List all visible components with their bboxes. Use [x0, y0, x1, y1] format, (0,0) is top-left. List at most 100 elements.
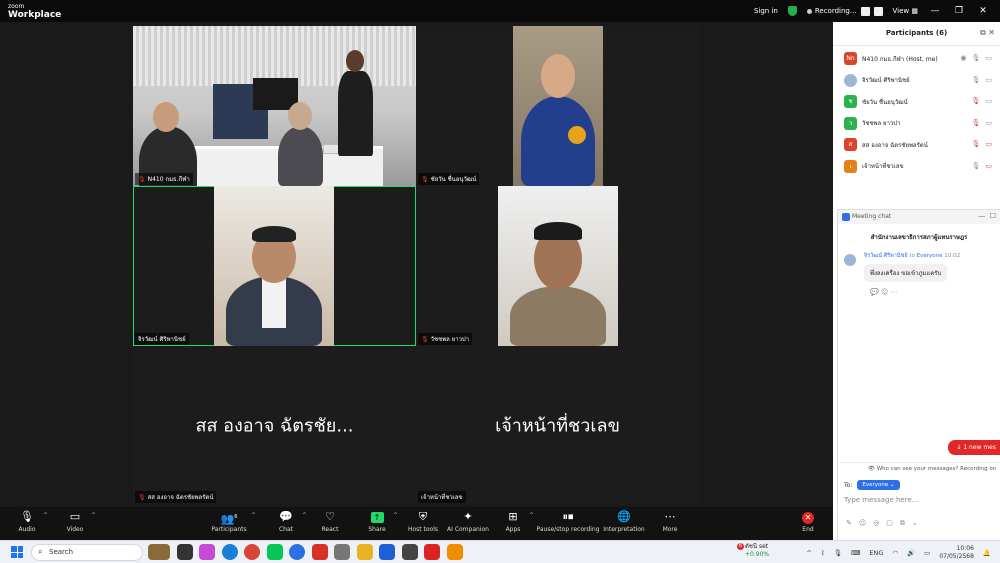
pop-out-icon[interactable]: ⧉	[980, 28, 986, 37]
taskbar-search[interactable]: ⌕ Search	[31, 544, 143, 561]
more-button[interactable]: ⋯ More	[645, 510, 695, 533]
close-window-icon[interactable]: ✕	[976, 6, 990, 16]
new-message-button[interactable]: ↓ 1 new mes	[948, 440, 1000, 455]
youtube-icon[interactable]	[311, 544, 328, 560]
participant-row[interactable]: จิรวัฒน์ ศิริพานิชย์ 🎙 ▭	[833, 70, 1000, 92]
file-icon[interactable]: ▢	[886, 519, 893, 527]
minimize-chat-icon[interactable]: —	[978, 212, 985, 220]
chevron-up-icon[interactable]: ^	[91, 512, 96, 519]
wifi-icon[interactable]: ◠	[892, 549, 898, 557]
video-button[interactable]: ▭ Video ^	[50, 510, 100, 533]
chevron-up-icon[interactable]: ^	[43, 512, 48, 519]
chevron-up-icon[interactable]: ^	[251, 512, 256, 519]
participant-row[interactable]: Nn N410 กมธ.กีฬา (Host, me) ◉ 🎙 ▭	[833, 48, 1000, 70]
pop-out-chat-icon[interactable]: ☐	[990, 212, 996, 220]
shield-icon[interactable]	[787, 6, 797, 16]
emoji-react-icon[interactable]: ☺	[881, 288, 888, 296]
chat-title: Meeting chat	[852, 213, 892, 220]
mic-icon[interactable]: 🎙	[971, 54, 980, 62]
video-on-icon[interactable]: ▭	[985, 119, 992, 127]
video-off-icon[interactable]: ▭	[985, 162, 992, 170]
tile-label: 🎙 ชัยวัน ชื่นอนุวัฒน์	[418, 173, 480, 185]
video-tile-room[interactable]: 🎙 N410 กมธ.กีฬา	[133, 26, 416, 186]
meeting-toolbar: 🎙 Audio ^ ▭ Video ^ 👥6 Participants ^ 💬 Chat ^ ♡…	[0, 507, 833, 540]
minimize-icon[interactable]: —	[928, 6, 942, 16]
message-bubble[interactable]: พึ่งลงเครื่อง ขอเข้าภูมแครับ	[864, 264, 948, 282]
microphone-icon[interactable]: 🎙	[834, 549, 842, 557]
keyboard-icon[interactable]: ⌨	[851, 549, 860, 557]
chrome-icon[interactable]	[244, 544, 260, 560]
task-view-icon[interactable]	[176, 544, 193, 560]
participants-button[interactable]: 👥6 Participants ^	[204, 510, 256, 533]
video-on-icon[interactable]: ▭	[985, 54, 992, 62]
interpretation-button[interactable]: 🌐 Interpretation	[599, 510, 649, 533]
emoji-icon[interactable]: ☺	[859, 519, 866, 527]
zoom-logo: zoom Workplace	[8, 2, 61, 20]
message-sender[interactable]: จิรวัฒน์ ศิริพานิชย์	[864, 253, 908, 259]
chat-input[interactable]: Type message here...	[844, 496, 918, 504]
bluetooth-icon[interactable]: ᛒ	[821, 549, 825, 557]
chevron-down-icon[interactable]: ⌄	[912, 519, 918, 527]
mic-icon[interactable]: 🎙	[971, 76, 980, 84]
copilot-icon[interactable]	[199, 544, 215, 560]
stock-widget[interactable]: 6 ดัชนี set +0.90%	[737, 543, 769, 559]
clock[interactable]: 10:06 07/05/2568	[939, 545, 974, 561]
file-explorer-icon[interactable]	[356, 544, 373, 560]
recipient-dropdown[interactable]: Everyone ⌄	[857, 480, 900, 490]
pause-recording-button[interactable]: ⏸⏹ Pause/stop recording	[532, 510, 604, 533]
ai-companion-button[interactable]: ✦ AI Companion	[443, 510, 493, 533]
more-options-icon[interactable]: ⋯	[891, 288, 898, 296]
video-tile-jirawat[interactable]: จิรวัฒน์ ศิริพานิชย์	[133, 186, 416, 346]
mic-muted-icon[interactable]: 🎙	[971, 119, 980, 127]
video-on-icon[interactable]: ▭	[985, 97, 992, 105]
participant-row[interactable]: ช ชัยวัน ชื่นอนุวัฒน์ 🎙 ▭	[833, 91, 1000, 113]
video-tile-watchapol[interactable]: 🎙 วัชชพล ยาวปา	[416, 186, 699, 346]
participant-row[interactable]: เ เจ้าหน้าที่ชวเลข 🎙 ▭	[833, 156, 1000, 178]
share-button[interactable]: ↑ Share ^	[352, 510, 402, 533]
audio-button[interactable]: 🎙 Audio ^	[2, 510, 52, 533]
widget-icon[interactable]	[148, 544, 170, 560]
start-icon[interactable]	[11, 546, 23, 558]
stop-recording-icon[interactable]	[873, 6, 883, 16]
participant-row[interactable]: ว วัชชพล ยาวปา 🎙 ▭	[833, 113, 1000, 135]
volume-icon[interactable]: 🔊	[907, 549, 915, 557]
host-tools-button[interactable]: ⛨ Host tools	[398, 510, 448, 533]
who-can-see-link[interactable]: 👁 Who can see your messages? Recording o…	[838, 462, 1000, 472]
video-tile-chaiwan[interactable]: 🎙 ชัยวัน ชื่นอนุวัฒน์	[416, 26, 699, 186]
apps-button[interactable]: ⊞ Apps ^	[488, 510, 538, 533]
reply-icon[interactable]: 💬	[870, 288, 879, 296]
language-indicator[interactable]: ENG	[869, 549, 883, 557]
video-tile-ongart[interactable]: สส องอาจ ฉัตรชัย... 🎙 สส องอาจ ฉัตรชัยพลร…	[133, 346, 416, 504]
end-button[interactable]: ✕ End	[783, 510, 833, 533]
screenshot-icon[interactable]: ◎	[873, 519, 879, 527]
mic-icon[interactable]: 🎙	[971, 162, 980, 170]
react-button[interactable]: ♡ React	[305, 510, 355, 533]
video-off-icon[interactable]: ▭	[985, 140, 992, 148]
pause-recording-icon[interactable]	[860, 6, 870, 16]
notification-icon[interactable]: 🔔	[983, 549, 991, 557]
video-tile-stenographer[interactable]: เจ้าหน้าที่ชวเลข เจ้าหน้าที่ชวเลข	[416, 346, 699, 504]
zoom-icon[interactable]	[289, 544, 305, 560]
mic-muted-icon[interactable]: 🎙	[971, 97, 980, 105]
view-button[interactable]: View ▦	[893, 7, 918, 15]
chevron-up-icon[interactable]: ^	[806, 549, 811, 557]
word-icon[interactable]	[379, 544, 395, 560]
chat-button[interactable]: 💬 Chat ^	[261, 510, 311, 533]
edge-icon[interactable]	[221, 544, 238, 560]
video-on-icon[interactable]: ▭	[985, 76, 992, 84]
close-panel-icon[interactable]: ✕	[988, 28, 995, 37]
participant-row[interactable]: ส สส องอาจ ฉัตรชัยพลรัตน์ 🎙 ▭	[833, 134, 1000, 156]
sign-in-button[interactable]: Sign in	[754, 7, 778, 15]
taskbar-apps	[148, 544, 469, 560]
acrobat-icon[interactable]	[424, 544, 440, 560]
battery-icon[interactable]: ▭	[924, 549, 930, 557]
line-icon[interactable]	[266, 544, 283, 560]
mic-muted-icon[interactable]: 🎙	[971, 140, 980, 148]
notification-badge: 6	[737, 543, 744, 550]
restore-icon[interactable]: ❐	[952, 6, 966, 16]
format-icon[interactable]: ✎	[846, 519, 852, 527]
more-tools-icon[interactable]: ⧉	[900, 519, 905, 527]
vlc-icon[interactable]	[446, 544, 463, 560]
calculator-icon[interactable]	[401, 544, 418, 560]
microphone-app-icon[interactable]	[334, 544, 350, 560]
